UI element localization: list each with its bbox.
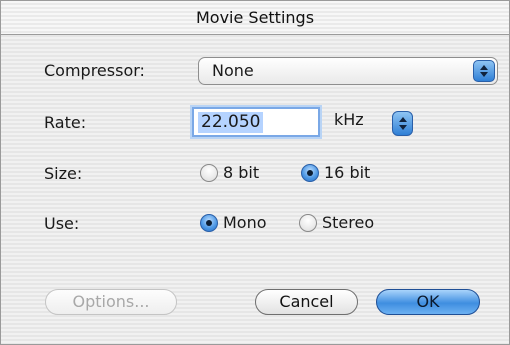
compressor-label: Compressor: xyxy=(44,61,145,80)
use-stereo-radio[interactable] xyxy=(299,214,317,232)
rate-label: Rate: xyxy=(44,113,87,132)
use-mono-label: Mono xyxy=(223,213,267,232)
rate-unit: kHz xyxy=(334,110,364,129)
compressor-popup[interactable]: None xyxy=(198,57,498,85)
stepper-arrows-icon[interactable] xyxy=(392,111,413,136)
size-8bit-label: 8 bit xyxy=(223,163,260,182)
use-stereo-label: Stereo xyxy=(322,213,375,232)
options-button[interactable]: Options... xyxy=(45,289,177,315)
movie-settings-dialog: Movie Settings Compressor: None Rate: 22… xyxy=(0,0,510,345)
popup-arrows-icon xyxy=(473,60,495,82)
compressor-value: None xyxy=(212,61,254,80)
use-mono-radio[interactable] xyxy=(200,214,218,232)
dialog-title: Movie Settings xyxy=(1,1,509,35)
size-8bit-radio[interactable] xyxy=(200,164,218,182)
rate-field[interactable]: 22.050 xyxy=(192,107,320,137)
size-16bit-label: 16 bit xyxy=(324,163,371,182)
cancel-button[interactable]: Cancel xyxy=(255,289,358,315)
size-label: Size: xyxy=(44,164,83,183)
use-label: Use: xyxy=(44,214,80,233)
rate-value: 22.050 xyxy=(198,112,264,133)
size-16bit-radio[interactable] xyxy=(301,164,319,182)
ok-button[interactable]: OK xyxy=(376,289,480,315)
